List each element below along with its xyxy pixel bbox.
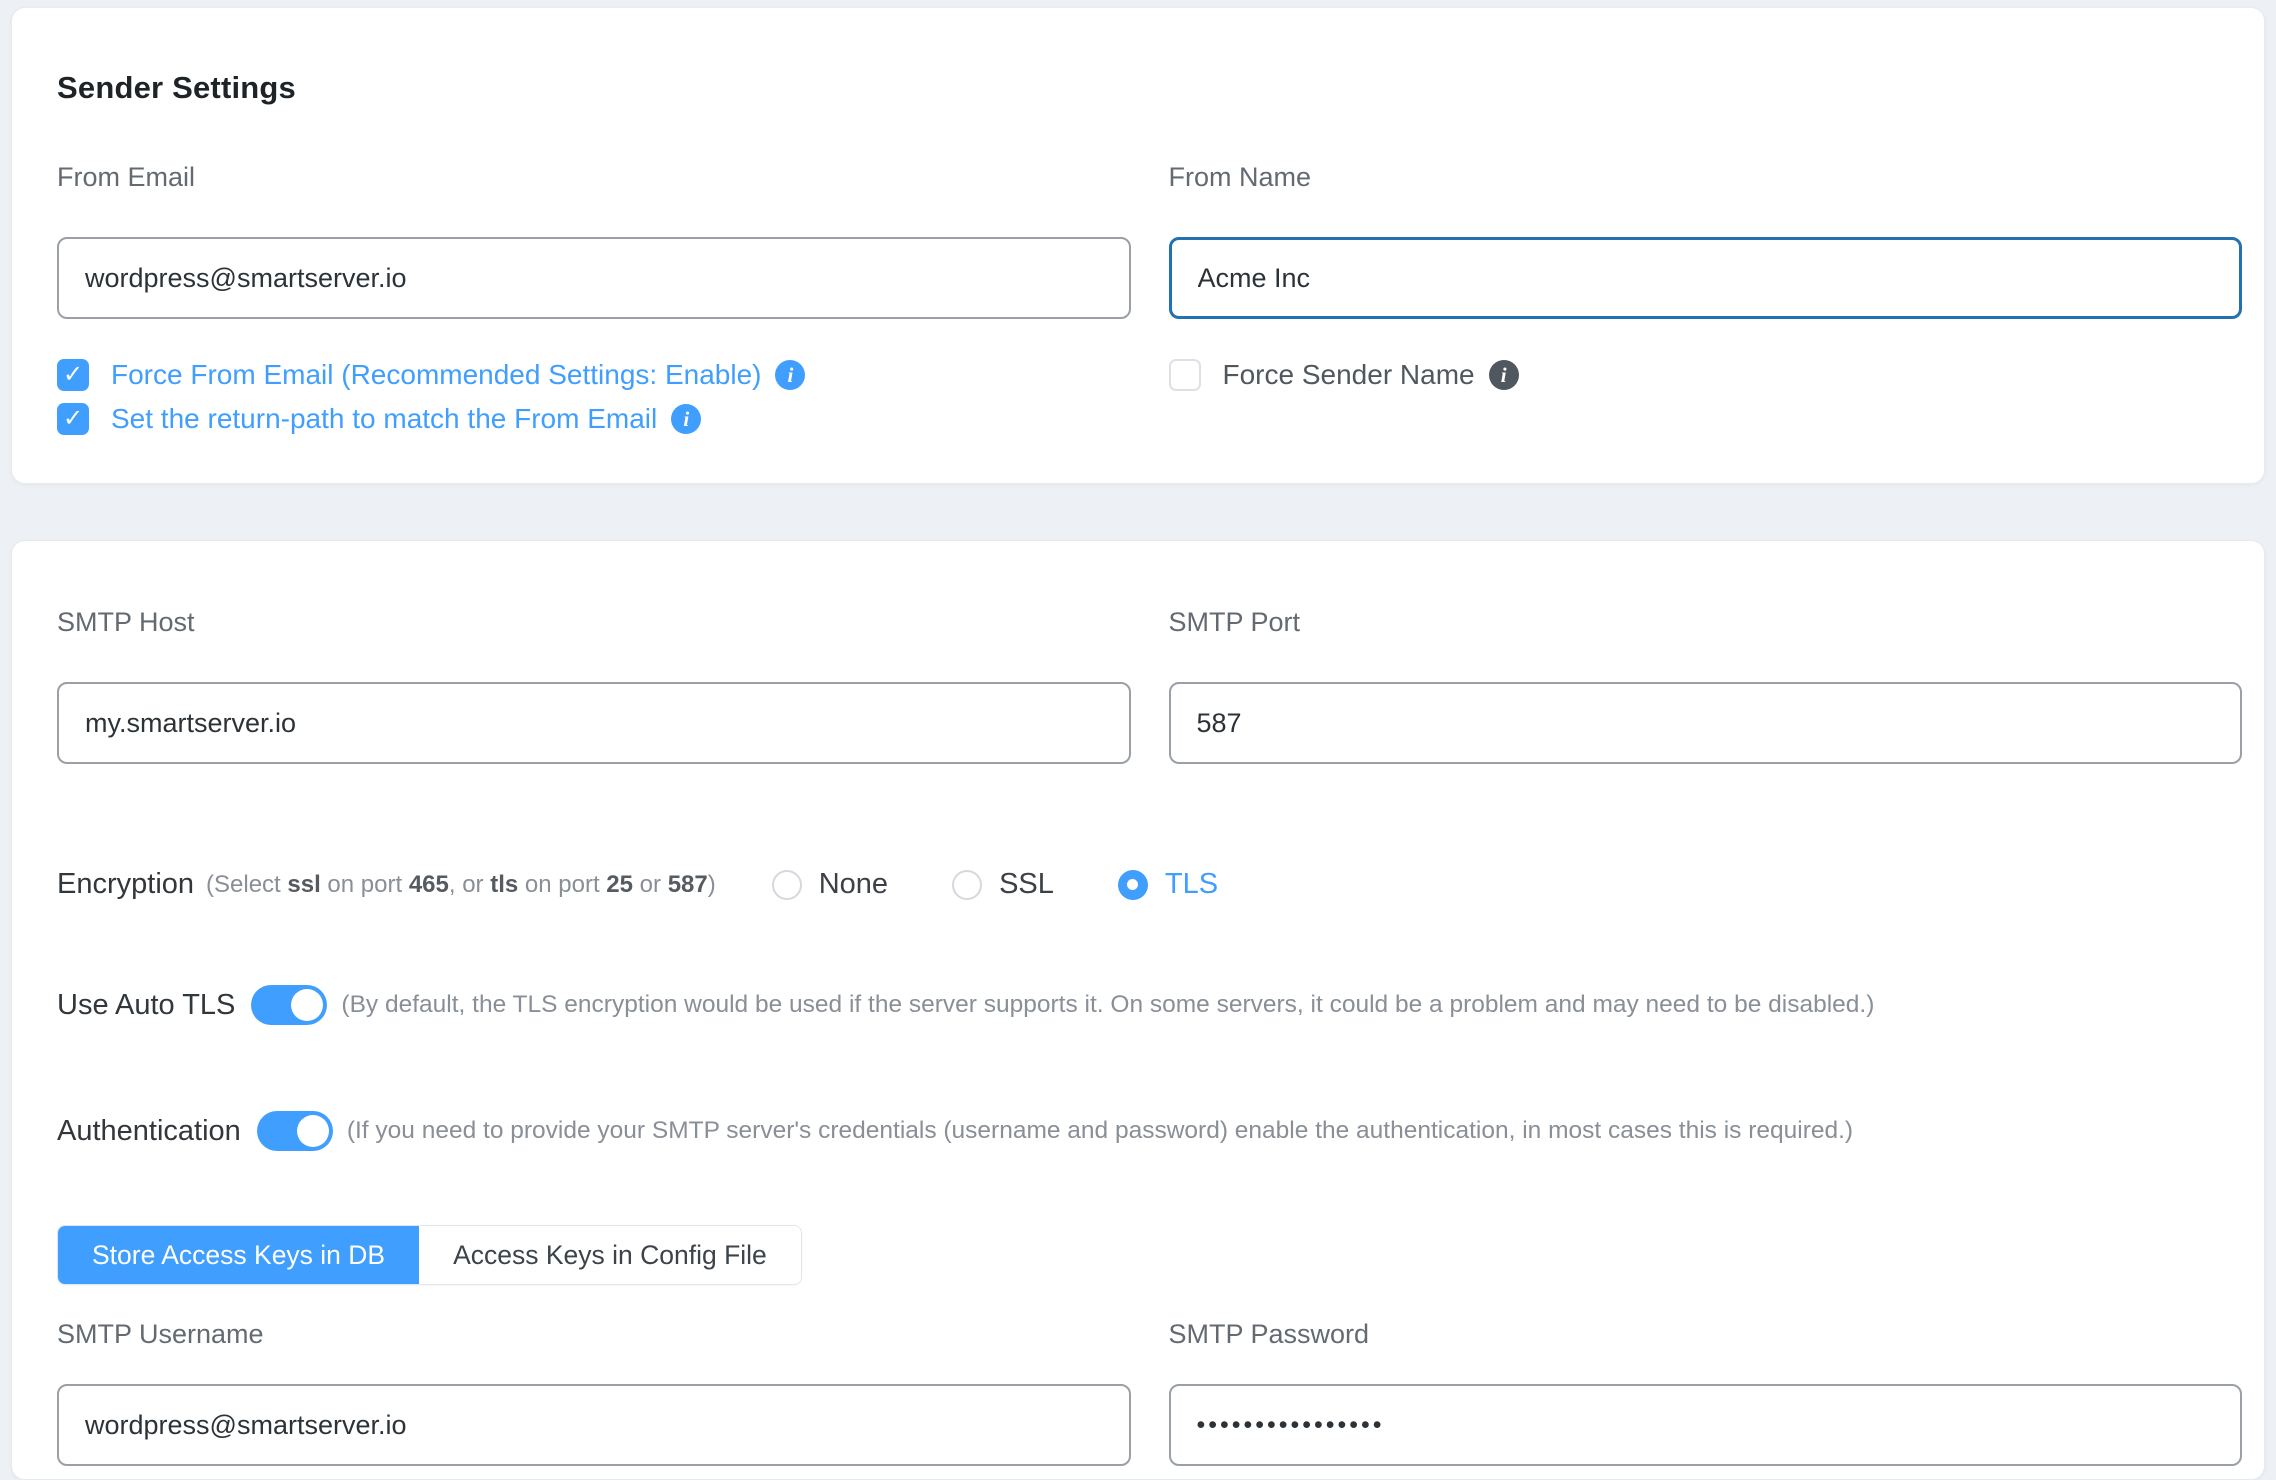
from-name-label: From Name — [1169, 162, 2243, 193]
encryption-row: Encryption (Select ssl on port 465, or t… — [57, 868, 2242, 901]
auto-tls-label: Use Auto TLS — [57, 989, 235, 1022]
return-path-row: ✓ Set the return-path to match the From … — [57, 403, 1131, 435]
force-from-email-label[interactable]: Force From Email (Recommended Settings: … — [111, 359, 761, 391]
smtp-password-label: SMTP Password — [1169, 1319, 2243, 1350]
radio-icon — [772, 870, 802, 900]
radio-icon — [1118, 870, 1148, 900]
radio-dot — [1127, 879, 1138, 890]
smtp-host-column: SMTP Host — [57, 607, 1131, 764]
encryption-option-tls[interactable]: TLS — [1118, 868, 1218, 901]
force-sender-name-row: ✓ Force Sender Name i — [1169, 359, 2243, 391]
toggle-knob — [297, 1115, 329, 1147]
smtp-password-input[interactable] — [1169, 1384, 2243, 1466]
force-from-email-checkbox[interactable]: ✓ — [57, 359, 89, 391]
from-email-input[interactable] — [57, 237, 1131, 319]
smtp-username-column: SMTP Username — [57, 1319, 1131, 1466]
smtp-settings-card: SMTP Host SMTP Port Encryption (Select s… — [11, 540, 2265, 1480]
check-icon: ✓ — [63, 363, 83, 387]
authentication-toggle[interactable] — [257, 1111, 333, 1151]
smtp-username-input[interactable] — [57, 1384, 1131, 1466]
authentication-label: Authentication — [57, 1115, 241, 1148]
encryption-hint: (Select ssl on port 465, or tls on port … — [206, 871, 716, 899]
smtp-port-column: SMTP Port — [1169, 607, 2243, 764]
encryption-option-ssl[interactable]: SSL — [952, 868, 1054, 901]
smtp-host-input[interactable] — [57, 682, 1131, 764]
smtp-port-input[interactable] — [1169, 682, 2243, 764]
from-email-label: From Email — [57, 162, 1131, 193]
key-storage-tabs: Store Access Keys in DB Access Keys in C… — [57, 1225, 802, 1285]
authentication-row: Authentication (If you need to provide y… — [57, 1111, 2242, 1151]
return-path-checkbox[interactable]: ✓ — [57, 403, 89, 435]
smtp-username-label: SMTP Username — [57, 1319, 1131, 1350]
radio-icon — [952, 870, 982, 900]
sender-settings-card: Sender Settings From Email ✓ Force From … — [11, 7, 2265, 484]
force-from-email-row: ✓ Force From Email (Recommended Settings… — [57, 359, 1131, 391]
info-icon[interactable]: i — [775, 360, 805, 390]
smtp-host-label: SMTP Host — [57, 607, 1131, 638]
section-title: Sender Settings — [57, 70, 2242, 106]
from-name-input[interactable] — [1169, 237, 2243, 319]
radio-label: None — [819, 868, 888, 901]
check-icon: ✓ — [63, 407, 83, 431]
auto-tls-toggle[interactable] — [251, 985, 327, 1025]
smtp-password-column: SMTP Password — [1169, 1319, 2243, 1466]
smtp-port-label: SMTP Port — [1169, 607, 2243, 638]
tab-keys-in-config-file[interactable]: Access Keys in Config File — [419, 1226, 801, 1284]
force-sender-name-checkbox[interactable]: ✓ — [1169, 359, 1201, 391]
toggle-knob — [291, 989, 323, 1021]
auto-tls-hint: (By default, the TLS encryption would be… — [341, 991, 1874, 1019]
from-name-options: ✓ Force Sender Name i — [1169, 359, 2243, 391]
from-email-options: ✓ Force From Email (Recommended Settings… — [57, 359, 1131, 435]
tab-store-keys-in-db[interactable]: Store Access Keys in DB — [58, 1226, 419, 1284]
encryption-option-none[interactable]: None — [772, 868, 888, 901]
info-icon[interactable]: i — [1489, 360, 1519, 390]
auto-tls-row: Use Auto TLS (By default, the TLS encryp… — [57, 985, 2242, 1025]
from-name-column: From Name ✓ Force Sender Name i — [1169, 162, 2243, 435]
force-sender-name-label[interactable]: Force Sender Name — [1223, 359, 1475, 391]
authentication-hint: (If you need to provide your SMTP server… — [347, 1117, 1853, 1145]
radio-label: SSL — [999, 868, 1054, 901]
info-icon[interactable]: i — [671, 404, 701, 434]
encryption-label: Encryption — [57, 868, 194, 901]
radio-label: TLS — [1165, 868, 1218, 901]
return-path-label[interactable]: Set the return-path to match the From Em… — [111, 403, 657, 435]
encryption-radio-group: None SSL TLS — [772, 868, 1282, 901]
from-email-column: From Email ✓ Force From Email (Recommend… — [57, 162, 1131, 435]
